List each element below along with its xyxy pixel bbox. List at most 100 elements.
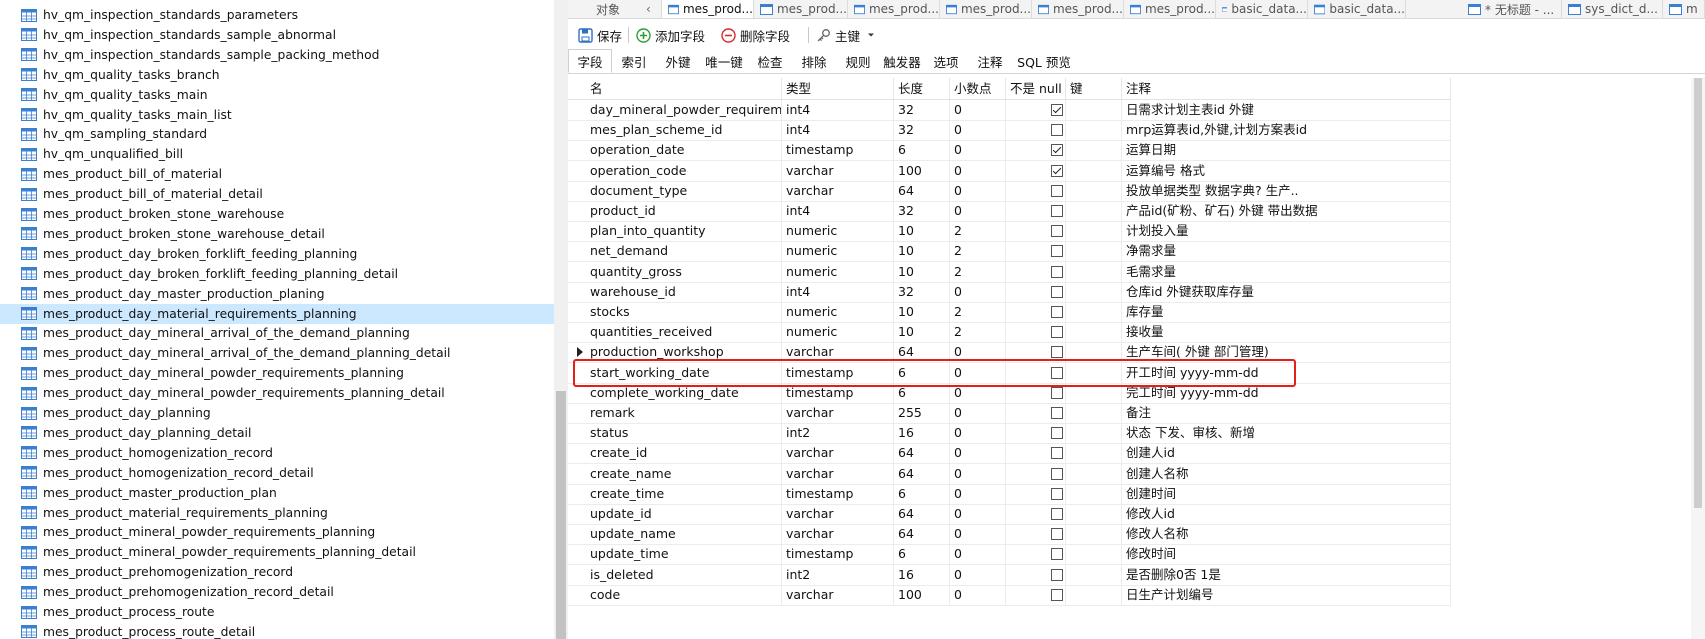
tree-item[interactable]: mes_product_broken_stone_warehouse [0,204,554,224]
table-row[interactable]: mes_plan_scheme_id int4 32 0 mrp运算表id,外键,计划方… [568,120,1451,142]
cell-decimals[interactable]: 0 [950,524,1006,545]
cell-key[interactable] [1066,221,1122,242]
cell-decimals[interactable]: 0 [950,140,1006,161]
not-null-checkbox[interactable] [1051,265,1063,278]
table-row[interactable]: warehouse_id int4 32 0 仓库id 外键获取库存量 [568,281,1451,303]
cell-key[interactable] [1066,201,1122,221]
cell-key[interactable] [1066,524,1122,545]
cell-type[interactable]: varchar [782,403,894,423]
cell-comment[interactable]: 创建人id [1122,443,1451,464]
not-null-checkbox[interactable] [1051,508,1063,520]
tree-item[interactable]: mes_product_day_mineral_arrival_of_the_d… [0,323,554,343]
not-null-checkbox[interactable] [1051,366,1063,379]
cell-name[interactable]: mes_plan_scheme_id [586,120,782,141]
cell-name[interactable]: quantities_received [586,322,782,343]
tree-item[interactable]: mes_product_broken_stone_warehouse_detai… [0,224,554,244]
not-null-checkbox[interactable] [1051,346,1063,359]
tree-item[interactable]: hv_qm_inspection_standards_parameters [0,5,554,25]
document-tab[interactable]: mes_prod... [754,0,848,18]
table-row[interactable]: remark varchar 255 0 备注 [568,403,1451,424]
cell-name[interactable]: update_name [586,524,782,545]
cell-decimals[interactable]: 2 [950,322,1006,343]
not-null-checkbox[interactable] [1051,124,1063,137]
tab-4[interactable]: 检查 [748,49,792,73]
not-null-checkbox[interactable] [1051,104,1063,116]
chevron-down-icon[interactable] [866,30,876,40]
cell-key[interactable] [1066,544,1122,565]
cell-length[interactable]: 6 [894,483,950,504]
tree-item[interactable]: mes_product_master_production_plan [0,483,554,503]
table-row[interactable]: product_id int4 32 0 产品id(矿粉、矿石) 外键 带出数据 [568,201,1451,222]
cell-length[interactable]: 10 [894,302,950,322]
cell-comment[interactable]: 开工时间 yyyy-mm-dd [1122,362,1451,383]
cell-key[interactable] [1066,100,1122,120]
tab-10[interactable]: SQL 预览 [1012,49,1076,73]
table-row[interactable]: code varchar 100 0 日生产计划编号 [568,584,1451,606]
cell-decimals[interactable]: 0 [950,443,1006,464]
cell-comment[interactable]: 投放单据类型 数据字典? 生产.. [1122,180,1451,201]
tree-item[interactable]: mes_product_mineral_powder_requirements_… [0,522,554,542]
cell-key[interactable] [1066,463,1122,484]
cell-decimals[interactable]: 0 [950,281,1006,302]
cell-key[interactable] [1066,120,1122,141]
cell-length[interactable]: 6 [894,362,950,383]
cell-key[interactable] [1066,403,1122,423]
cell-comment[interactable]: 库存量 [1122,302,1451,322]
cell-comment[interactable]: 仓库id 外键获取库存量 [1122,281,1451,302]
cell-decimals[interactable]: 0 [950,160,1006,181]
cell-length[interactable]: 6 [894,140,950,161]
tab-2[interactable]: 外键 [656,49,700,73]
cell-length[interactable]: 100 [894,584,950,605]
cell-length[interactable]: 32 [894,100,950,120]
cell-length[interactable]: 64 [894,443,950,464]
not-null-checkbox[interactable] [1051,326,1063,339]
tree-item[interactable]: hv_qm_sampling_standard [0,124,554,144]
cell-decimals[interactable]: 2 [950,221,1006,242]
cell-decimals[interactable]: 0 [950,544,1006,565]
document-tab[interactable]: mes_prod... [1032,0,1124,18]
cell-name[interactable]: create_time [586,483,782,504]
table-row[interactable]: quantities_received numeric 10 2 接收量 [568,322,1451,344]
cell-type[interactable]: timestamp [782,140,894,161]
cell-key[interactable] [1066,241,1122,262]
header-length[interactable]: 长度 [894,78,950,99]
cell-type[interactable]: varchar [782,443,894,464]
cell-name[interactable]: create_id [586,443,782,464]
add-field-button[interactable]: 添加字段 [636,25,705,45]
tree-item[interactable]: mes_product_mineral_powder_requirements_… [0,542,554,562]
table-row[interactable]: update_name varchar 64 0 修改人名称 [568,524,1451,546]
grid-scrollbar-thumb[interactable] [1694,78,1702,508]
cell-comment[interactable]: 备注 [1122,403,1451,423]
table-row[interactable]: update_id varchar 64 0 修改人id [568,504,1451,525]
cell-decimals[interactable]: 0 [950,201,1006,221]
cell-name[interactable]: document_type [586,180,782,201]
not-null-checkbox[interactable] [1051,245,1063,258]
not-null-checkbox[interactable] [1051,285,1063,298]
cell-decimals[interactable]: 0 [950,382,1006,403]
cell-key[interactable] [1066,362,1122,383]
tab-6[interactable]: 规则 [836,49,880,73]
left-scrollbar-thumb[interactable] [556,391,566,639]
not-null-checkbox[interactable] [1051,184,1063,197]
tree-item[interactable]: mes_product_bill_of_material [0,164,554,184]
tree-item[interactable]: hv_qm_inspection_standards_sample_packin… [0,45,554,65]
cell-name[interactable]: remark [586,403,782,423]
tree-item[interactable]: mes_product_prehomogenization_record_det… [0,582,554,602]
cell-type[interactable]: numeric [782,241,894,262]
cell-name[interactable]: complete_working_date [586,382,782,403]
not-null-checkbox[interactable] [1051,407,1063,419]
grid-scrollbar[interactable] [1691,78,1705,639]
table-row[interactable]: operation_code varchar 100 0 运算编号 格式 [568,160,1451,182]
cell-key[interactable] [1066,504,1122,524]
cell-type[interactable]: numeric [782,261,894,282]
cell-comment[interactable]: 接收量 [1122,322,1451,343]
cell-type[interactable]: numeric [782,302,894,322]
cell-type[interactable]: numeric [782,322,894,343]
cell-key[interactable] [1066,483,1122,504]
tree-item[interactable]: mes_product_process_route [0,602,554,622]
cell-length[interactable]: 255 [894,403,950,423]
cell-decimals[interactable]: 0 [950,120,1006,141]
not-null-checkbox[interactable] [1051,144,1063,157]
tree-item[interactable]: mes_product_day_broken_forklift_feeding_… [0,244,554,264]
cell-key[interactable] [1066,443,1122,464]
